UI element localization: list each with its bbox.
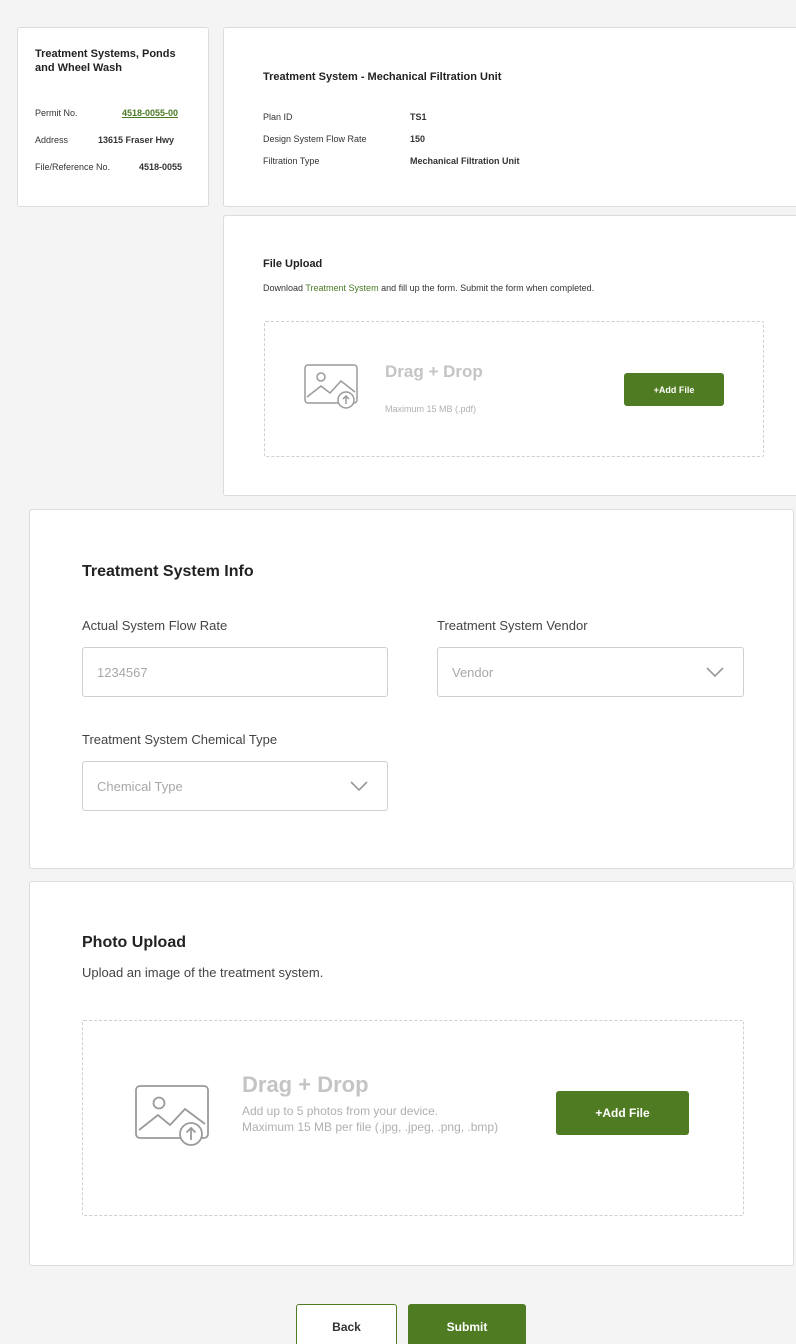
plan-id-value: TS1 bbox=[410, 112, 427, 122]
photo-upload-title: Photo Upload bbox=[82, 934, 186, 951]
drag-drop-limit: Maximum 15 MB (.pdf) bbox=[385, 404, 477, 414]
address-label: Address bbox=[35, 135, 69, 145]
address-value: 13615 Fraser Hwy bbox=[98, 135, 175, 145]
chemical-type-select[interactable]: Chemical Type bbox=[82, 761, 388, 811]
vendor-value: Vendor bbox=[452, 665, 494, 680]
photo-upload-card: Photo Upload Upload an image of the trea… bbox=[29, 881, 794, 1266]
chevron-down-icon bbox=[706, 667, 724, 678]
file-upload-title: File Upload bbox=[263, 258, 323, 270]
system-details-card: Treatment System - Mechanical Filtration… bbox=[223, 27, 796, 207]
flow-rate-label: Actual System Flow Rate bbox=[82, 618, 228, 633]
image-upload-icon bbox=[304, 364, 358, 409]
image-upload-icon bbox=[135, 1085, 209, 1146]
vendor-label: Treatment System Vendor bbox=[437, 618, 588, 633]
file-reference-label: File/Reference No. bbox=[35, 162, 111, 172]
flow-rate-input[interactable]: 1234567 bbox=[82, 647, 388, 697]
submit-button[interactable]: Submit bbox=[408, 1304, 526, 1344]
address-row: Address 13615 Fraser Hwy bbox=[35, 135, 174, 145]
system-title: Treatment System - Mechanical Filtration… bbox=[263, 71, 502, 83]
permit-label: Permit No. bbox=[35, 108, 78, 118]
treatment-system-info-card: Treatment System Info Actual System Flow… bbox=[29, 509, 794, 869]
design-flow-value: 150 bbox=[410, 134, 426, 144]
file-upload-desc-text-end: and fill up the form. Submit the form wh… bbox=[378, 283, 595, 293]
drag-drop-title: Drag + Drop bbox=[242, 1072, 369, 1097]
ts-info-title: Treatment System Info bbox=[82, 563, 254, 580]
file-upload-desc-text: Download bbox=[263, 283, 306, 293]
permit-row: Permit No. 4518-0055-00 bbox=[35, 108, 178, 118]
flow-rate-value: 1234567 bbox=[97, 665, 148, 680]
design-flow-label: Design System Flow Rate bbox=[263, 134, 367, 144]
file-dropzone[interactable]: Drag + Drop Maximum 15 MB (.pdf) +Add Fi… bbox=[264, 321, 764, 457]
photo-upload-description: Upload an image of the treatment system. bbox=[82, 965, 324, 980]
permit-summary-card: Treatment Systems, Ponds and Wheel Wash … bbox=[17, 27, 209, 207]
permit-number-link[interactable]: 4518-0055-00 bbox=[122, 108, 178, 118]
file-upload-card: File Upload Download Treatment System an… bbox=[223, 215, 796, 496]
chemical-type-value: Chemical Type bbox=[97, 779, 183, 794]
filtration-type-row: Filtration Type Mechanical Filtration Un… bbox=[263, 156, 520, 166]
plan-id-label: Plan ID bbox=[263, 112, 293, 122]
drag-drop-title: Drag + Drop bbox=[385, 362, 483, 381]
filtration-type-label: Filtration Type bbox=[263, 156, 320, 166]
drag-drop-limit-text: Add up to 5 photos from your device. Max… bbox=[242, 1103, 542, 1135]
filtration-type-value: Mechanical Filtration Unit bbox=[410, 156, 520, 166]
file-reference-row: File/Reference No. 4518-0055 bbox=[35, 162, 182, 172]
chevron-down-icon bbox=[350, 781, 368, 792]
add-photo-button[interactable]: +Add File bbox=[556, 1091, 689, 1135]
summary-title: Treatment Systems, Ponds and Wheel Wash bbox=[35, 48, 176, 74]
back-button[interactable]: Back bbox=[296, 1304, 397, 1344]
vendor-select[interactable]: Vendor bbox=[437, 647, 744, 697]
photo-dropzone[interactable]: Drag + Drop Add up to 5 photos from your… bbox=[82, 1020, 744, 1216]
photo-size-text: Maximum 15 MB per file (.jpg, .jpeg, .pn… bbox=[242, 1120, 499, 1134]
add-file-button[interactable]: +Add File bbox=[624, 373, 724, 406]
treatment-system-download-link[interactable]: Treatment System bbox=[305, 283, 378, 293]
design-flow-row: Design System Flow Rate 150 bbox=[263, 134, 425, 144]
plan-id-row: Plan ID TS1 bbox=[263, 112, 427, 122]
file-upload-description: Download Treatment System and fill up th… bbox=[263, 283, 594, 293]
photo-count-text: Add up to 5 photos from your device. bbox=[242, 1104, 439, 1118]
file-reference-value: 4518-0055 bbox=[139, 162, 183, 172]
chemical-type-label: Treatment System Chemical Type bbox=[82, 732, 278, 747]
